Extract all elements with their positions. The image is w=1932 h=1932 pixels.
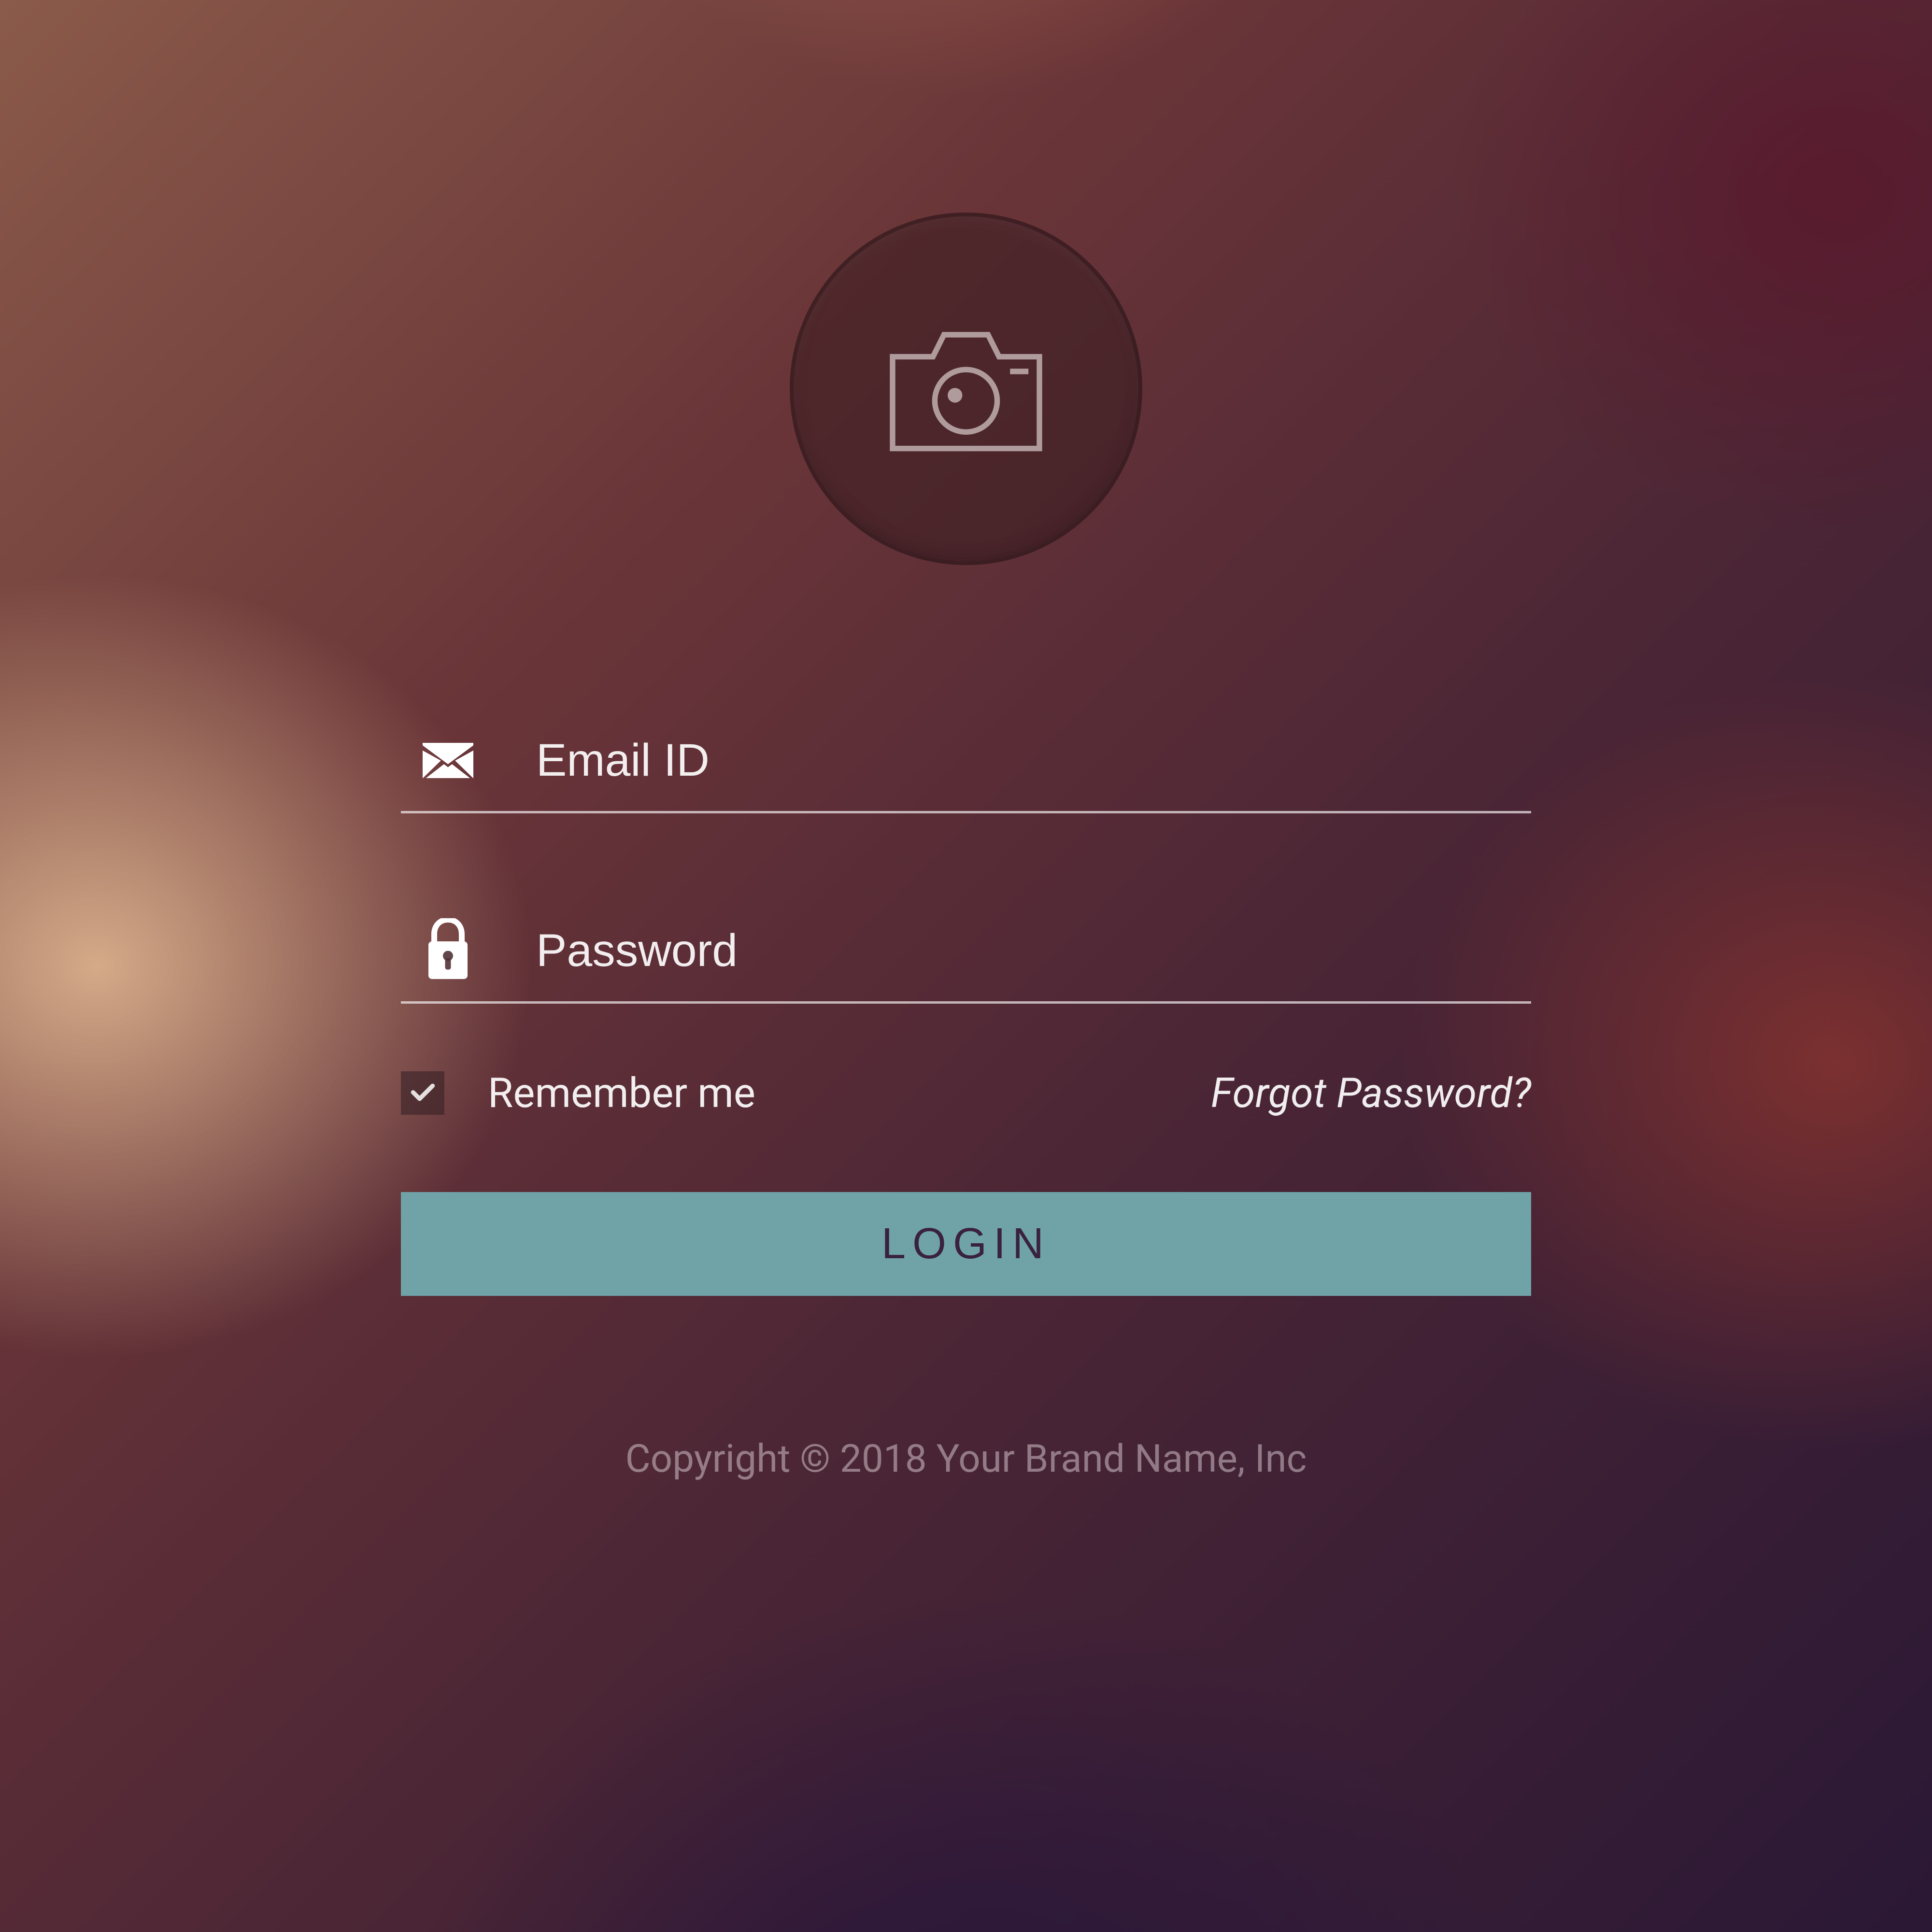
avatar-upload[interactable]: [790, 213, 1142, 565]
login-button[interactable]: LOGIN: [401, 1192, 1531, 1296]
email-field-group: [401, 734, 1531, 813]
remember-label: Remember me: [488, 1069, 755, 1117]
login-form: Remember me Forgot Password? LOGIN Copyr…: [401, 213, 1531, 1481]
lock-icon: [423, 933, 473, 969]
camera-icon: [874, 316, 1058, 461]
copyright-text: Copyright © 2018 Your Brand Name, Inc: [625, 1436, 1307, 1481]
email-input[interactable]: [536, 734, 1531, 787]
forgot-password-link[interactable]: Forgot Password?: [1211, 1069, 1531, 1117]
login-button-label: LOGIN: [881, 1219, 1051, 1269]
remember-group: Remember me: [401, 1069, 755, 1117]
options-row: Remember me Forgot Password?: [401, 1069, 1531, 1117]
mail-icon: [423, 742, 473, 779]
remember-checkbox[interactable]: [401, 1071, 444, 1115]
password-input[interactable]: [536, 924, 1531, 977]
password-field-group: [401, 924, 1531, 1004]
check-icon: [410, 1081, 436, 1105]
